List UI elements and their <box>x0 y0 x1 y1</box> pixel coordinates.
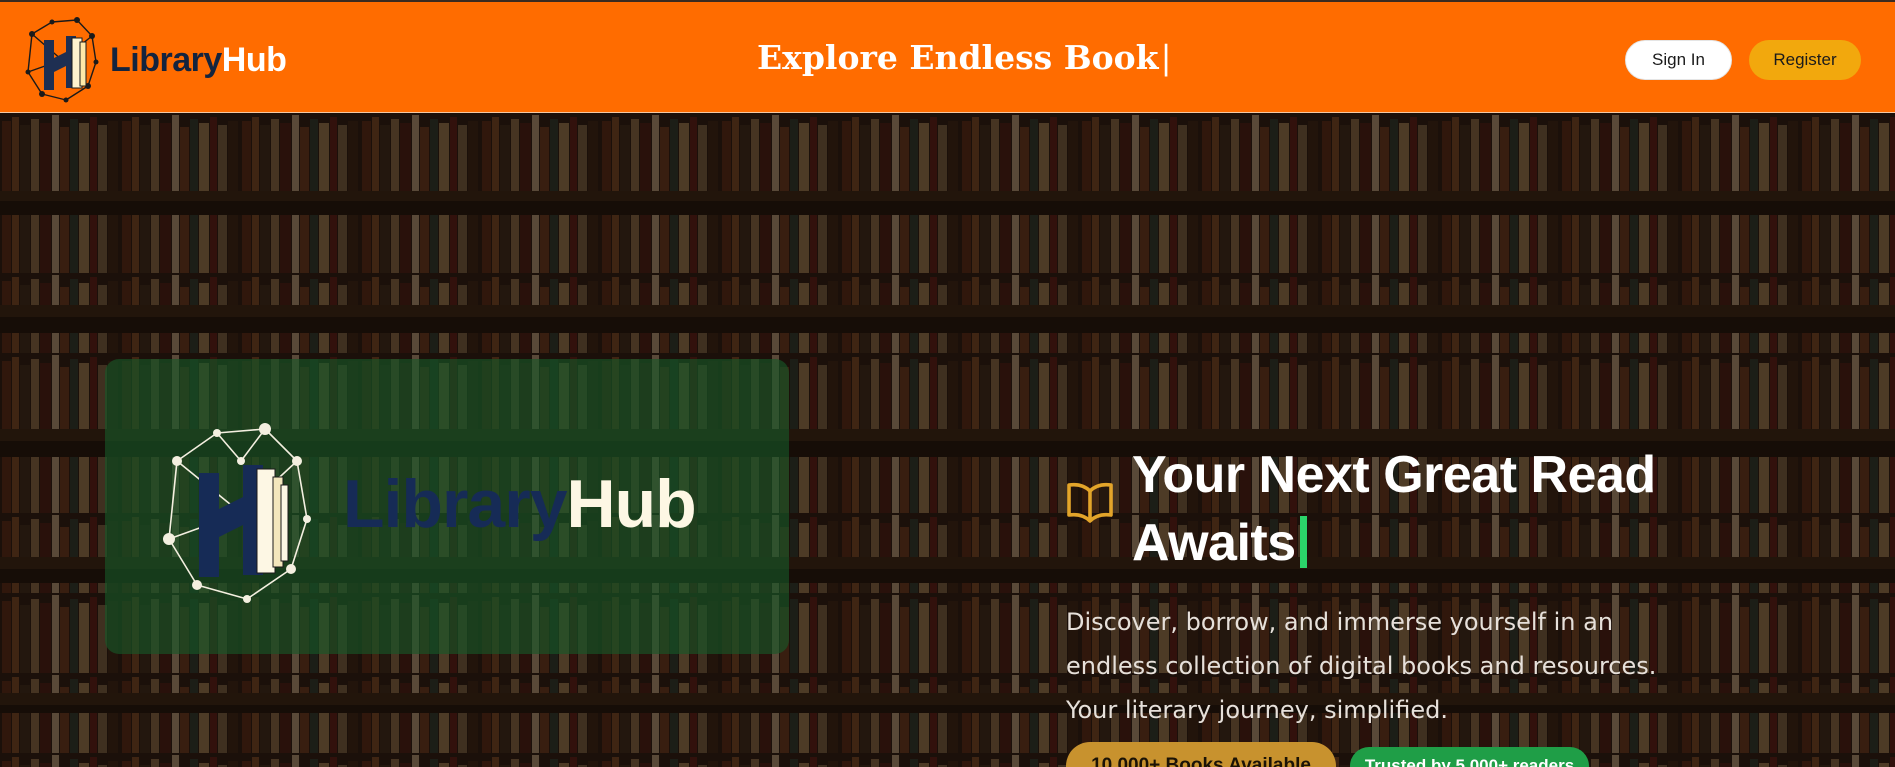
books-available-badge: 10,000+ Books Available <box>1066 742 1336 767</box>
hero-subtitle: Discover, borrow, and immerse yourself i… <box>1066 600 1657 732</box>
logo-card-brand: LibraryHub <box>343 465 697 543</box>
register-label: Register <box>1773 50 1837 69</box>
typing-cursor <box>1299 516 1307 568</box>
subtitle-line-2: endless collection of digital books and … <box>1066 652 1657 680</box>
open-book-icon <box>1067 482 1113 523</box>
header-typing-title: Explore Endless Book| <box>757 38 1172 77</box>
headline-line-2: Awaits <box>1132 514 1296 572</box>
trusted-readers-badge: Trusted by 5,000+ readers <box>1350 747 1589 767</box>
header-title-text: Explore Endless Book <box>757 38 1159 77</box>
brand-name-part2: Hub <box>221 40 287 79</box>
logo-card-brand-part1: Library <box>343 466 568 542</box>
trusted-readers-text: Trusted by 5,000+ readers <box>1364 756 1575 767</box>
library-hub-logo-icon <box>25 17 99 103</box>
register-button[interactable]: Register <box>1749 40 1861 80</box>
subtitle-line-3: Your literary journey, simplified. <box>1066 696 1448 724</box>
top-navbar: LibraryHub Explore Endless Book| Sign In… <box>0 0 1895 113</box>
library-hub-emblem-icon <box>163 423 311 603</box>
subtitle-line-1: Discover, borrow, and immerse yourself i… <box>1066 608 1614 636</box>
sign-in-label: Sign In <box>1652 50 1705 69</box>
hero-headline: Your Next Great Read Awaits <box>1132 441 1752 577</box>
logo-card-brand-part2: Hub <box>566 466 697 542</box>
brand-name-part1: Library <box>110 40 222 79</box>
brand-logo-link[interactable]: LibraryHub <box>22 14 287 106</box>
sign-in-button[interactable]: Sign In <box>1625 40 1732 80</box>
headline-line-2-wrap: Awaits <box>1132 509 1752 577</box>
logo-card: LibraryHub <box>105 359 789 654</box>
hero-section: LibraryHub Your Next Great Read Awaits D… <box>0 113 1895 767</box>
books-available-text: 10,000+ Books Available <box>1091 755 1311 767</box>
typing-caret: | <box>1160 38 1172 77</box>
brand-name: LibraryHub <box>110 40 287 80</box>
headline-line-1: Your Next Great Read <box>1132 446 1656 504</box>
